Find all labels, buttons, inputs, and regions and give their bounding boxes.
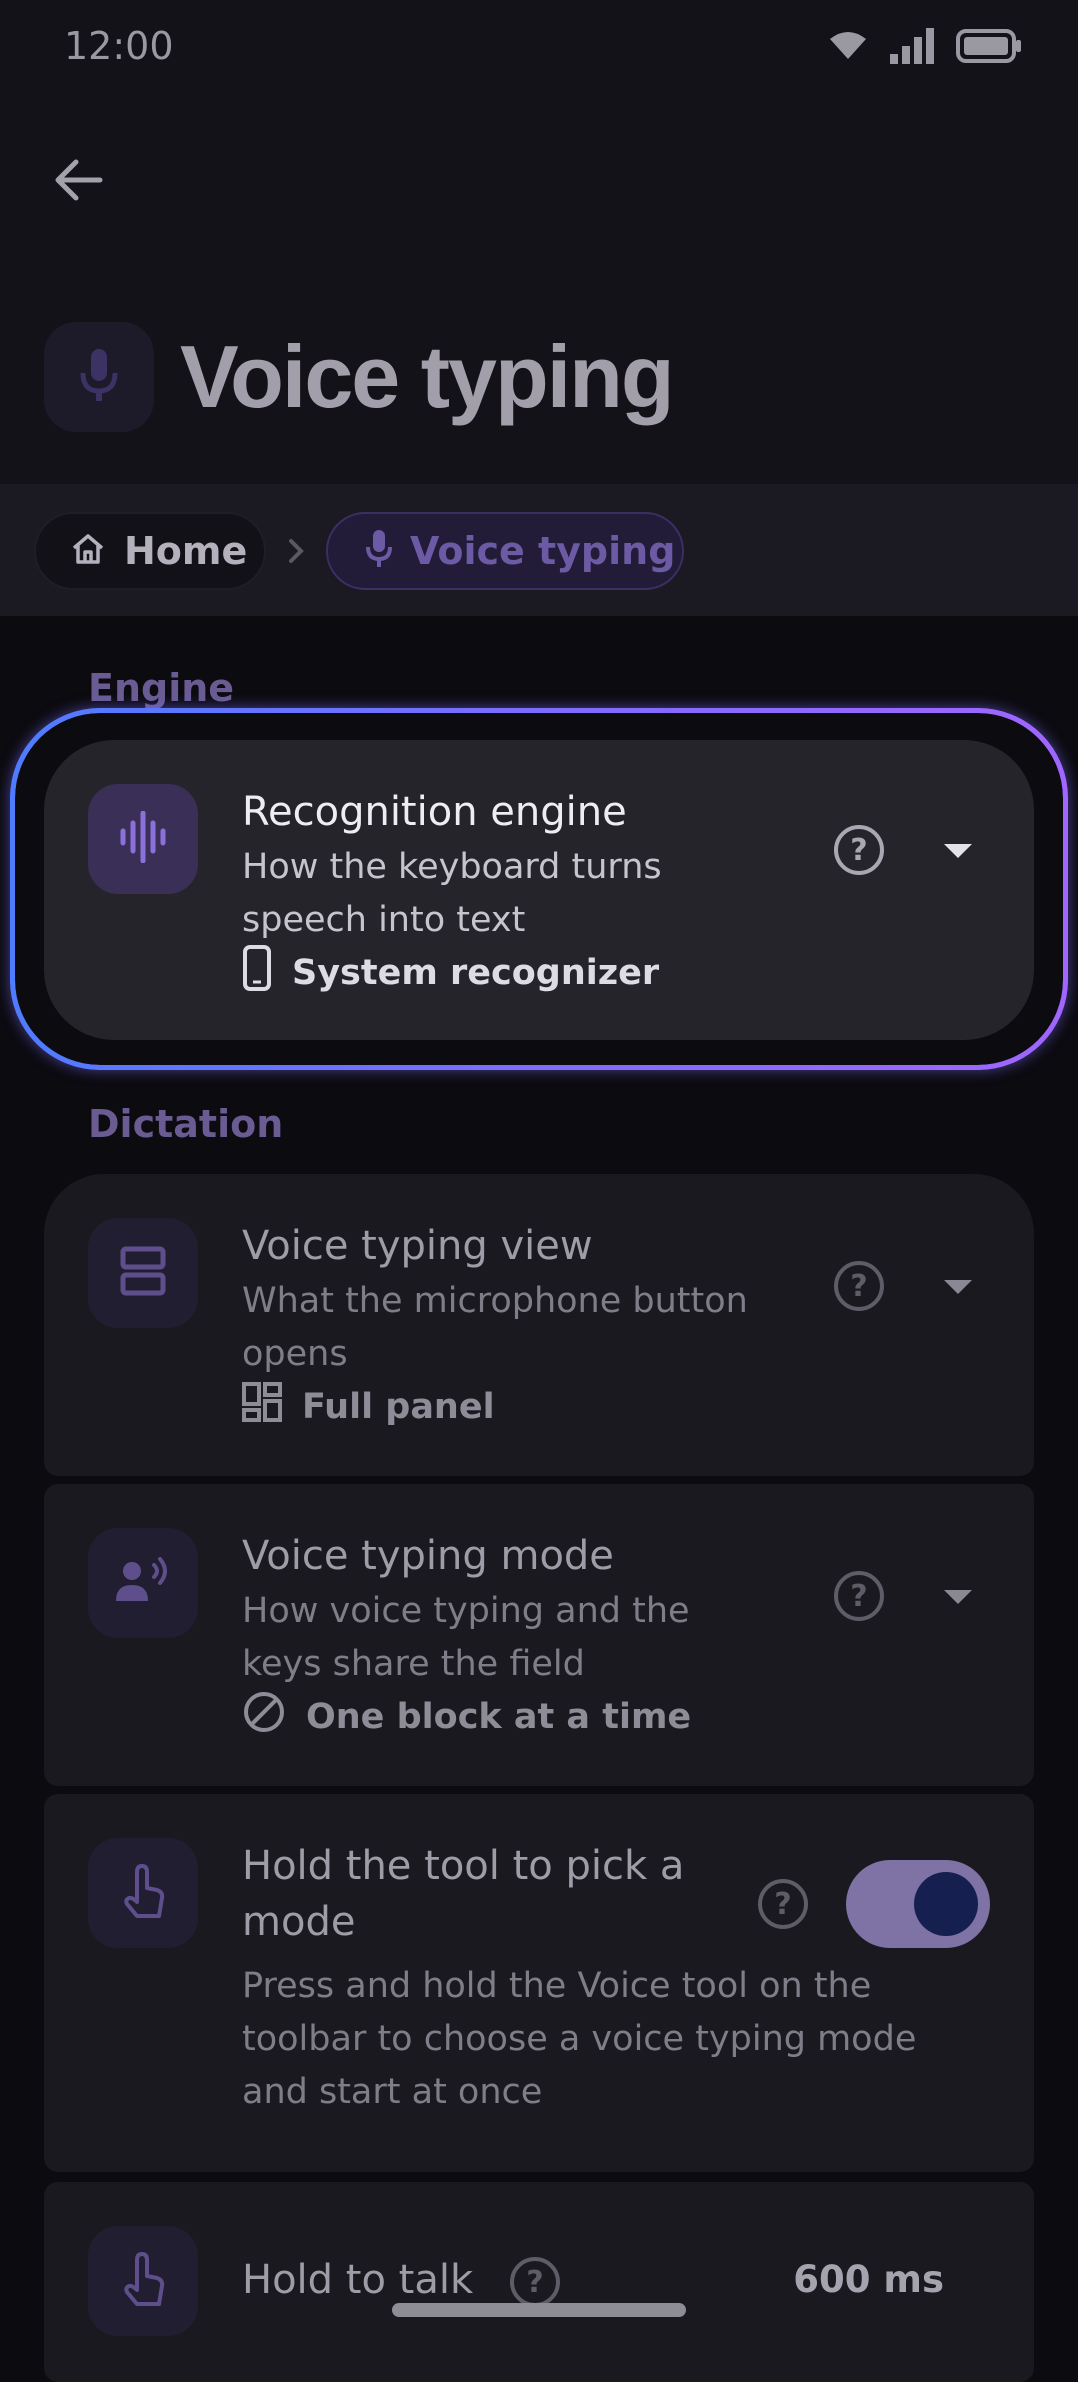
section-engine: Engine [88,666,235,710]
microphone-icon [79,347,119,407]
setting-title: Recognition engine [242,789,627,835]
setting-hold-to-talk[interactable]: Hold to talk ? 600 ms [44,2182,1034,2382]
touch-icon [121,1864,165,1922]
help-button[interactable]: ? [510,2257,560,2307]
page-title: Voice typing [180,327,675,426]
status-icons [828,28,1022,68]
breadcrumb-voice-typing[interactable]: Voice typing [326,512,684,590]
help-button[interactable]: ? [834,825,884,875]
toggle-knob [914,1872,978,1936]
phone-icon [242,945,272,1000]
section-dictation: Dictation [88,1102,284,1146]
block-icon [242,1690,286,1743]
wifi-icon [828,31,868,65]
battery-icon [956,29,1022,67]
setting-title: Hold to talk [242,2257,474,2303]
hold-tool-toggle[interactable] [846,1860,990,1948]
dashboard-icon [242,1382,282,1431]
setting-value: One block at a time [242,1690,691,1743]
dropdown-arrow-icon[interactable] [944,1280,972,1294]
setting-voice-typing-mode[interactable]: Voice typing mode How voice typing and t… [44,1484,1034,1786]
setting-title: Voice typing view [242,1223,593,1269]
card-icon [88,1838,198,1948]
status-time: 12:00 [64,24,174,68]
setting-description: speech into text [242,900,526,940]
touch-icon [121,2252,165,2310]
waveform-icon [119,810,167,867]
help-button[interactable]: ? [758,1879,808,1929]
setting-description: How the keyboard turns [242,847,662,887]
setting-description: Press and hold the Voice tool on the [242,1966,872,2006]
back-button[interactable] [46,150,110,214]
setting-description: How voice typing and the [242,1591,690,1631]
home-icon [70,532,106,570]
microphone-icon [366,529,392,573]
setting-description: keys share the field [242,1644,585,1684]
setting-value: 600 ms [793,2258,944,2301]
chevron-right-icon [286,536,306,570]
breadcrumb-current-label: Voice typing [410,529,676,573]
help-button[interactable]: ? [834,1571,884,1621]
arrow-back-icon [52,158,104,206]
setting-description: opens [242,1334,348,1374]
dropdown-arrow-icon[interactable] [944,844,972,858]
signal-icon [890,28,934,68]
setting-title: mode [242,1899,356,1945]
setting-title: Hold the tool to pick a [242,1843,685,1889]
setting-value: System recognizer [242,945,659,1000]
breadcrumb-home-label: Home [124,529,248,573]
card-icon [88,2226,198,2336]
setting-description: and start at once [242,2072,543,2112]
card-icon [88,784,198,894]
setting-description: toolbar to choose a voice typing mode [242,2019,917,2059]
gesture-home-bar[interactable] [392,2303,686,2317]
record-voice-icon [114,1557,172,1609]
help-button[interactable]: ? [834,1261,884,1311]
setting-recognition-engine[interactable]: Recognition engine How the keyboard turn… [44,740,1034,1040]
dropdown-arrow-icon[interactable] [944,1590,972,1604]
view-agenda-icon [120,1246,166,1300]
card-icon [88,1218,198,1328]
page-icon [44,322,154,432]
setting-hold-tool-pick-mode[interactable]: Hold the tool to pick a mode Press and h… [44,1794,1034,2172]
setting-description: What the microphone button [242,1281,748,1321]
card-icon [88,1528,198,1638]
setting-value: Full panel [242,1380,495,1433]
breadcrumb-home[interactable]: Home [34,512,266,590]
setting-voice-typing-view[interactable]: Voice typing view What the microphone bu… [44,1174,1034,1476]
setting-title: Voice typing mode [242,1533,614,1579]
